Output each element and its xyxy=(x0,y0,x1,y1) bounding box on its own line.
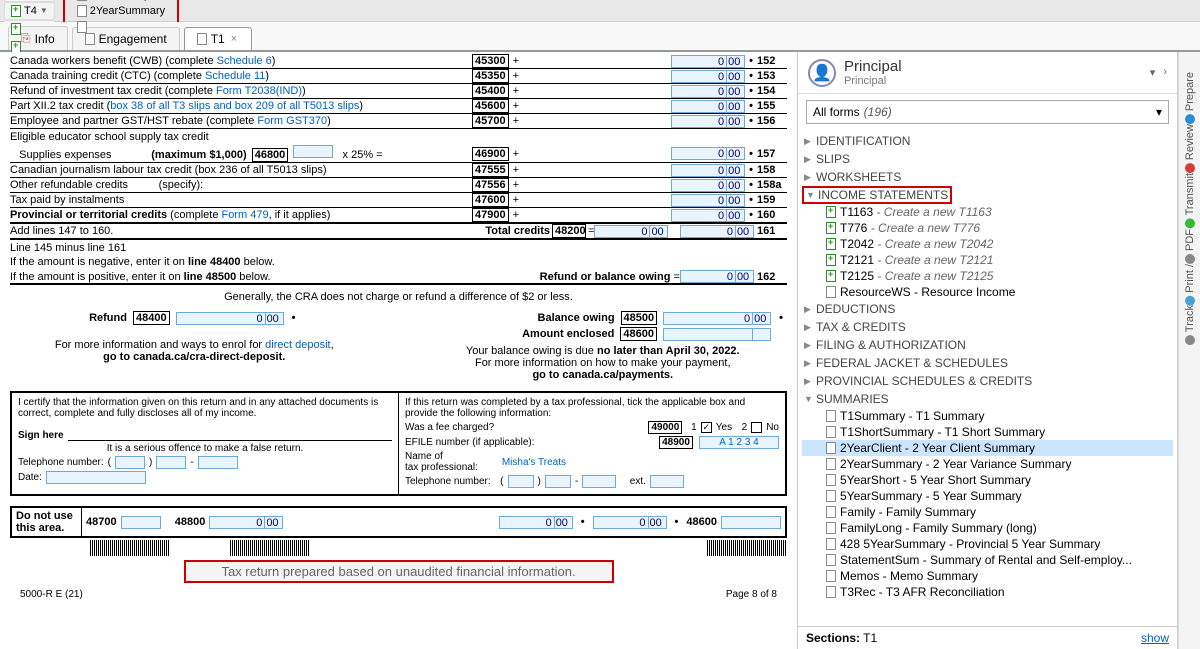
show-link[interactable]: show xyxy=(1141,631,1169,645)
tab-t1[interactable]: T1× xyxy=(184,27,252,50)
top-toolbar: T1 ▼T3 ▼T4 ▼T5 ▼T4 ▼ T1Summary2YearSumma… xyxy=(0,0,1200,22)
eligible-educator-label: Eligible educator school supply tax cred… xyxy=(10,131,787,143)
category-provincial-schedules-credits[interactable]: ▶PROVINCIAL SCHEDULES & CREDITS xyxy=(802,372,1173,390)
form-memos[interactable]: Memos - Memo Summary xyxy=(802,568,1173,584)
category-filing-authorization[interactable]: ▶FILING & AUTHORIZATION xyxy=(802,336,1173,354)
doc-icon xyxy=(85,33,95,45)
category-tax-credits[interactable]: ▶TAX & CREDITS xyxy=(802,318,1173,336)
document-tabs: ⎘Info Engagement T1× xyxy=(0,22,1200,52)
chevron-down-icon: ▾ xyxy=(1156,105,1162,119)
form-id: 5000-R E (21) xyxy=(20,589,83,600)
form-4285yearsummary[interactable]: 428 5YearSummary - Provincial 5 Year Sum… xyxy=(802,536,1173,552)
next-icon[interactable]: › xyxy=(1163,66,1167,79)
category-worksheets[interactable]: ▶WORKSHEETS xyxy=(802,168,1173,186)
category-deductions[interactable]: ▶DEDUCTIONS xyxy=(802,300,1173,318)
rail-print[interactable]: Print / xyxy=(1184,264,1196,306)
dropdown-icon[interactable]: ▾ xyxy=(1150,66,1156,79)
form-t1163[interactable]: T1163 - Create a new T1163 xyxy=(802,204,1173,220)
category-slips[interactable]: ▶SLIPS xyxy=(802,150,1173,168)
efile-input[interactable]: A 1 2 3 4 xyxy=(699,436,779,449)
certification-box: I certify that the information given on … xyxy=(10,391,787,496)
form-viewport[interactable]: Canada workers benefit (CWB) (complete S… xyxy=(0,52,798,649)
form-family[interactable]: Family - Family Summary xyxy=(802,504,1173,520)
disclaimer: Tax return prepared based on unaudited f… xyxy=(184,560,614,583)
all-forms-dropdown[interactable]: All forms(196) ▾ xyxy=(806,100,1169,124)
do-not-use-area: Do not use this area. 48700 48800 000 00… xyxy=(10,506,787,538)
summary-tab-2yearsummary[interactable]: 2YearSummary xyxy=(69,3,173,19)
rail-pdf[interactable]: PDF xyxy=(1184,229,1196,264)
tab-engagement[interactable]: Engagement xyxy=(72,27,180,50)
form-t2042[interactable]: T2042 - Create a new T2042 xyxy=(802,236,1173,252)
form-familylong[interactable]: FamilyLong - Family Summary (long) xyxy=(802,520,1173,536)
rail-transmit[interactable]: Transmit xyxy=(1184,173,1196,228)
page-number: Page 8 of 8 xyxy=(726,589,777,600)
barcode xyxy=(90,540,170,556)
rail-review[interactable]: Review xyxy=(1184,124,1196,173)
direct-deposit-link[interactable]: direct deposit xyxy=(265,339,330,351)
form-2yearclient[interactable]: 2YearClient - 2 Year Client Summary xyxy=(802,440,1173,456)
form-t776[interactable]: T776 - Create a new T776 xyxy=(802,220,1173,236)
rail-prepare[interactable]: Prepare xyxy=(1184,72,1196,124)
form-statementsum[interactable]: StatementSum - Summary of Rental and Sel… xyxy=(802,552,1173,568)
category-income-statements[interactable]: ▼INCOME STATEMENTS xyxy=(802,186,952,204)
category-federal-jacket-schedules[interactable]: ▶FEDERAL JACKET & SCHEDULES xyxy=(802,354,1173,372)
user-name: Principal xyxy=(844,58,902,75)
rail-track[interactable]: Track xyxy=(1184,305,1196,345)
form-2yearsummary[interactable]: 2YearSummary - 2 Year Variance Summary xyxy=(802,456,1173,472)
form-5yearsummary[interactable]: 5YearSummary - 5 Year Summary xyxy=(802,488,1173,504)
side-rail: PrepareReviewTransmitPDFPrint /Track xyxy=(1178,52,1200,649)
form-t1shortsummary[interactable]: T1ShortSummary - T1 Short Summary xyxy=(802,424,1173,440)
form-t2121[interactable]: T2121 - Create a new T2121 xyxy=(802,252,1173,268)
doc-icon xyxy=(197,33,207,45)
form-t1summary[interactable]: T1Summary - T1 Summary xyxy=(802,408,1173,424)
forms-tree[interactable]: ▶IDENTIFICATION▶SLIPS▶WORKSHEETS ▼INCOME… xyxy=(798,130,1177,626)
tax-professional-name[interactable]: Misha's Treats xyxy=(502,457,566,468)
sign-here-line[interactable] xyxy=(68,429,392,441)
yes-checkbox[interactable]: ✓ xyxy=(701,422,712,433)
close-icon[interactable]: × xyxy=(229,33,239,45)
forms-panel: 👤 Principal Principal ▾ › All forms(196)… xyxy=(798,52,1178,649)
form-t2125[interactable]: T2125 - Create a new T2125 xyxy=(802,268,1173,284)
no-checkbox[interactable] xyxy=(751,422,762,433)
form-resourcews[interactable]: ResourceWS - Resource Income xyxy=(802,284,1173,300)
form-5yearshort[interactable]: 5YearShort - 5 Year Short Summary xyxy=(802,472,1173,488)
toolbar-tab-t4[interactable]: T4 ▼ xyxy=(4,2,55,20)
category-summaries[interactable]: ▼SUMMARIES xyxy=(802,390,1173,408)
avatar-icon: 👤 xyxy=(808,59,836,87)
supplies-input[interactable] xyxy=(293,145,333,158)
form-t3rec[interactable]: T3Rec - T3 AFR Reconciliation xyxy=(802,584,1173,600)
category-identification[interactable]: ▶IDENTIFICATION xyxy=(802,132,1173,150)
